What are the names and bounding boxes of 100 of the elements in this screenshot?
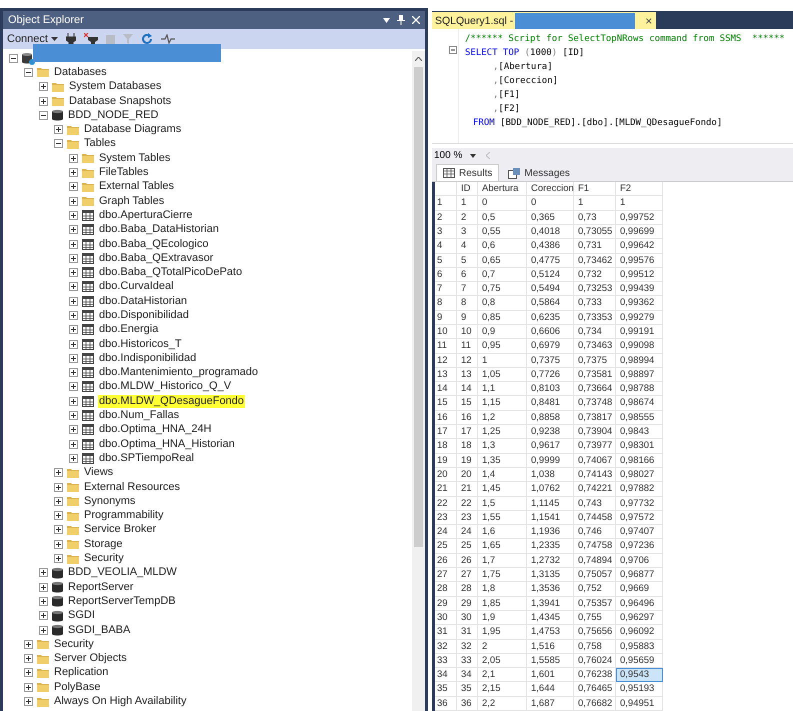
- column-header[interactable]: F2: [616, 182, 663, 196]
- tree-item[interactable]: dbo.MLDW_Historico_Q_V: [98, 380, 232, 394]
- expand-icon[interactable]: [24, 682, 33, 692]
- expand-icon[interactable]: [69, 268, 78, 278]
- tree-item[interactable]: Server Objects: [53, 652, 128, 666]
- expand-icon[interactable]: [69, 440, 78, 449]
- tree-item[interactable]: System Databases: [68, 80, 162, 94]
- tree-item[interactable]: Views: [83, 466, 114, 480]
- scrollbar[interactable]: [412, 51, 425, 711]
- tree-item[interactable]: Storage: [83, 538, 124, 551]
- query-tab[interactable]: SQLQuery1.sql - ×: [432, 12, 656, 30]
- tree-item[interactable]: FileTables: [98, 166, 150, 180]
- expand-icon[interactable]: [69, 240, 78, 248]
- messages-icon[interactable]: [508, 168, 520, 179]
- expand-icon[interactable]: [39, 568, 48, 578]
- caret-icon[interactable]: [470, 154, 476, 158]
- expand-icon[interactable]: [69, 225, 78, 234]
- tree-item[interactable]: dbo.Mantenimiento_programado: [98, 366, 259, 380]
- tree-item[interactable]: Always On High Availability: [53, 695, 188, 708]
- tree-item[interactable]: Database Diagrams: [83, 123, 182, 136]
- expand-icon[interactable]: [69, 196, 78, 206]
- tree-item[interactable]: Security: [83, 552, 125, 566]
- dropdown-icon[interactable]: [383, 18, 390, 22]
- tree-item[interactable]: dbo.Baba_QEcologico: [98, 238, 210, 250]
- tree-item[interactable]: Tables: [83, 137, 117, 150]
- collapse-icon[interactable]: [54, 139, 63, 148]
- expand-icon[interactable]: [54, 468, 63, 478]
- expand-icon[interactable]: [54, 554, 63, 564]
- expand-icon[interactable]: [69, 168, 78, 178]
- column-header[interactable]: Coreccion: [527, 182, 574, 196]
- tree-item[interactable]: System Tables: [98, 152, 172, 165]
- expand-icon[interactable]: [54, 511, 63, 520]
- expand-icon[interactable]: [69, 282, 78, 292]
- tree-item[interactable]: dbo.DataHistorian: [98, 294, 188, 308]
- tree-item[interactable]: Graph Tables: [98, 194, 166, 208]
- collapse-icon[interactable]: [24, 68, 33, 77]
- tree-item[interactable]: dbo.AperturaCierre: [98, 208, 194, 222]
- tree-item[interactable]: dbo.Baba_QExtravasor: [98, 252, 214, 265]
- tree-item[interactable]: ReportServerTempDB: [67, 594, 177, 608]
- tree-item[interactable]: BDD_NODE_RED: [67, 108, 160, 122]
- expand-icon[interactable]: [24, 697, 33, 706]
- column-header[interactable]: F1: [574, 182, 616, 196]
- close-icon[interactable]: [412, 16, 420, 24]
- expand-icon[interactable]: [69, 325, 78, 334]
- tree-item[interactable]: Service Broker: [83, 523, 158, 536]
- tree-item[interactable]: SGDI_BABA: [67, 624, 132, 637]
- expand-icon[interactable]: [39, 611, 48, 620]
- tree-item[interactable]: Replication: [53, 666, 110, 680]
- expand-icon[interactable]: [54, 525, 63, 534]
- collapse-icon[interactable]: [449, 46, 457, 54]
- tree-item[interactable]: ReportServer: [67, 580, 134, 594]
- expand-icon[interactable]: [39, 626, 48, 635]
- expand-icon[interactable]: [24, 654, 33, 664]
- expand-icon[interactable]: [39, 82, 48, 92]
- expand-icon[interactable]: [69, 411, 78, 420]
- expand-icon[interactable]: [24, 640, 33, 649]
- collapse-icon[interactable]: [9, 54, 18, 63]
- expand-icon[interactable]: [69, 210, 78, 220]
- scroll-up-icon[interactable]: [415, 57, 422, 61]
- grid-icon[interactable]: [443, 168, 455, 178]
- pin-icon[interactable]: [397, 15, 405, 25]
- results-tab[interactable]: Results: [436, 164, 500, 182]
- expand-icon[interactable]: [69, 354, 78, 363]
- expand-icon[interactable]: [69, 340, 78, 349]
- zoom-dropdown[interactable]: 100 %: [434, 150, 476, 162]
- expand-icon[interactable]: [69, 396, 78, 406]
- expand-icon[interactable]: [54, 482, 63, 492]
- tree-item[interactable]: External Tables: [98, 180, 176, 194]
- tree-item[interactable]: dbo.Historicos_T: [98, 338, 183, 351]
- close-icon[interactable]: ×: [637, 14, 652, 28]
- tree-item[interactable]: Security: [53, 638, 95, 651]
- results-tab[interactable]: Messages: [501, 164, 577, 182]
- expand-icon[interactable]: [39, 96, 48, 106]
- tree-item[interactable]: BDD_VEOLIA_MLDW: [67, 566, 178, 580]
- tree-item[interactable]: dbo.Energia: [98, 323, 160, 336]
- expand-icon[interactable]: [69, 310, 78, 320]
- tree-item[interactable]: dbo.Baba_DataHistorian: [98, 223, 220, 236]
- expand-icon[interactable]: [69, 254, 78, 263]
- tree-item[interactable]: Databases: [53, 66, 108, 79]
- expand-icon[interactable]: [24, 668, 33, 678]
- refresh-icon[interactable]: [140, 33, 153, 45]
- expand-icon[interactable]: [69, 296, 78, 306]
- tree-item[interactable]: dbo.Baba_QTotalPicoDePato: [98, 266, 244, 280]
- expand-icon[interactable]: [69, 425, 78, 434]
- expand-icon[interactable]: [69, 182, 78, 192]
- expand-icon[interactable]: [39, 582, 48, 592]
- tree-item[interactable]: dbo.Optima_HNA_Historian: [98, 438, 236, 451]
- expand-icon[interactable]: [69, 154, 78, 163]
- expand-icon[interactable]: [69, 454, 78, 463]
- column-header[interactable]: Abertura: [478, 182, 527, 196]
- caret-icon[interactable]: [50, 37, 58, 41]
- expand-icon[interactable]: [69, 382, 78, 392]
- tree-item[interactable]: dbo.CurvaIdeal: [98, 280, 175, 294]
- activity-icon[interactable]: [160, 34, 175, 44]
- tree-item[interactable]: dbo.Disponibilidad: [98, 308, 190, 322]
- tree-item[interactable]: dbo.SPTiempoReal: [98, 452, 195, 465]
- tree-item[interactable]: Database Snapshots: [68, 94, 172, 108]
- scrollbar-thumb[interactable]: [414, 67, 423, 547]
- collapse-icon[interactable]: [39, 110, 48, 120]
- disconnect-icon[interactable]: [84, 33, 98, 45]
